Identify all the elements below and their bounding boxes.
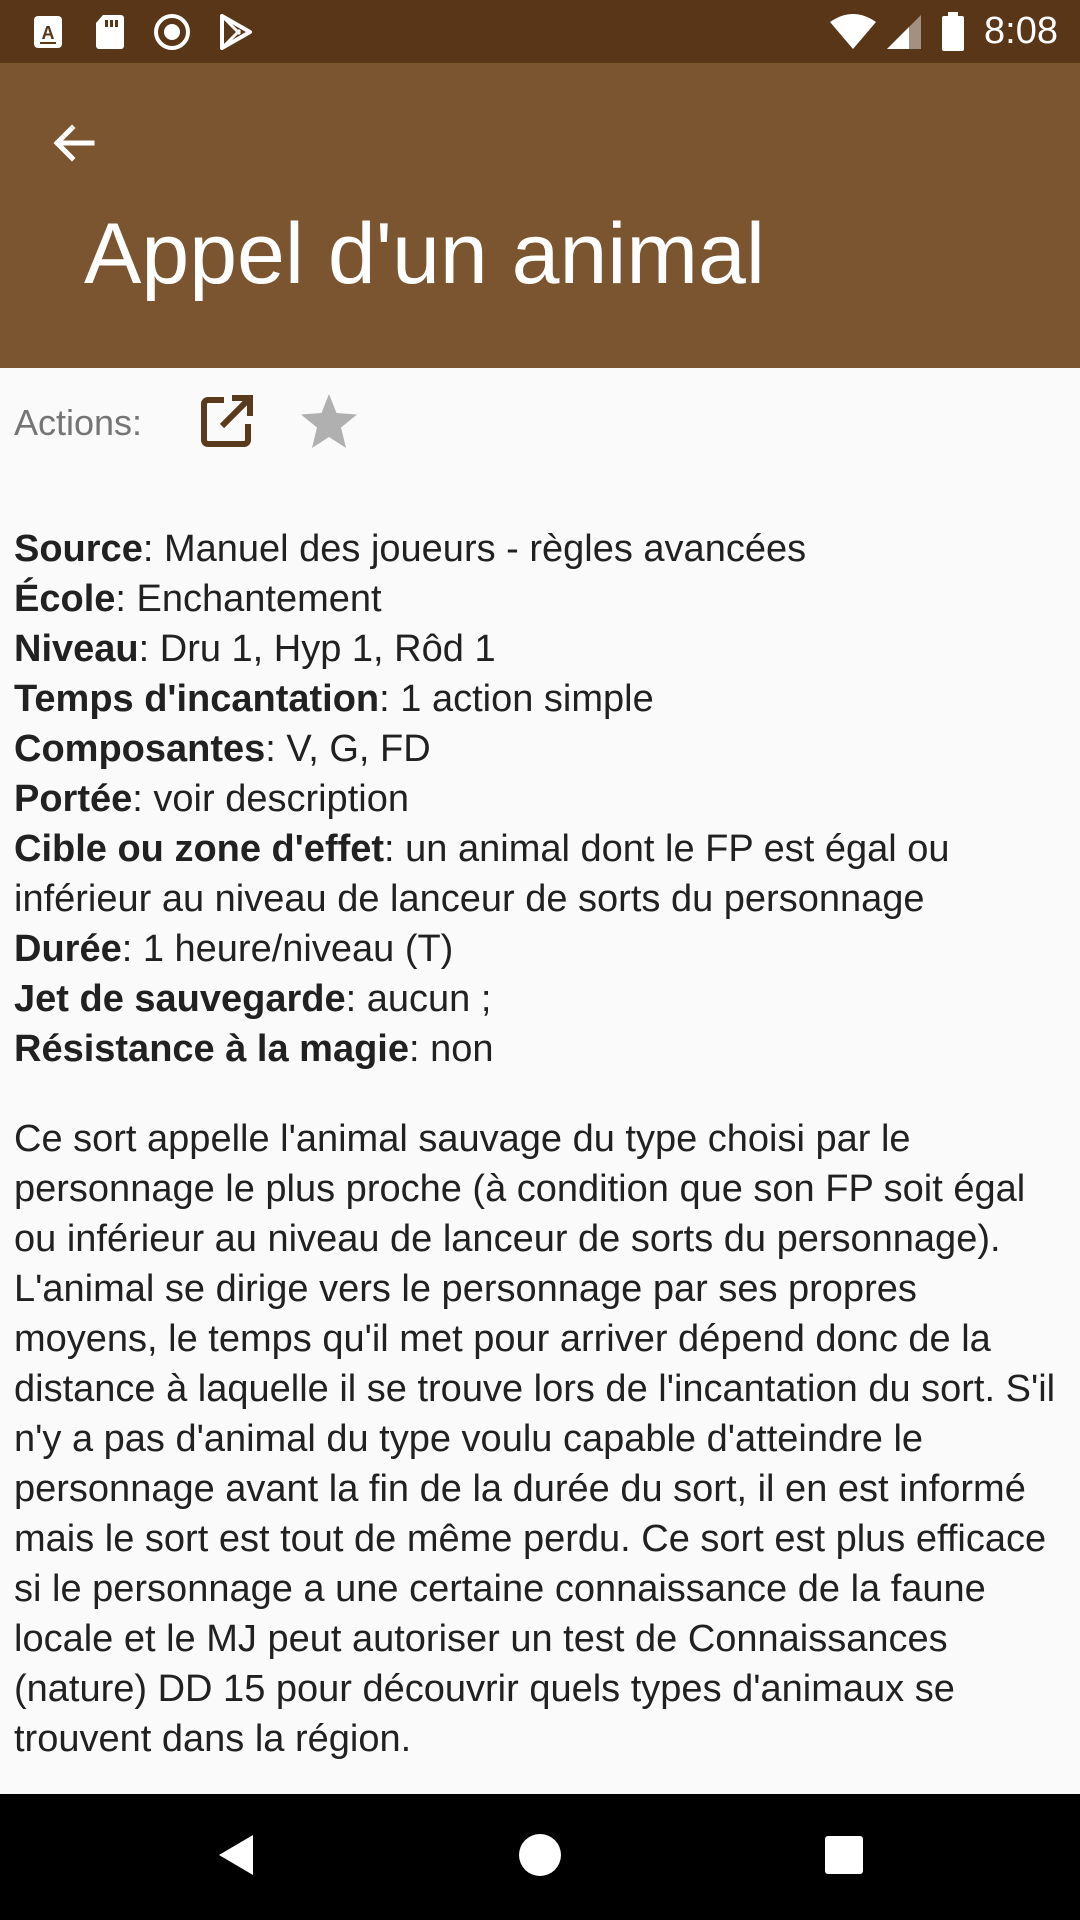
actions-label: Actions:	[14, 402, 143, 443]
property-key: Durée	[14, 928, 122, 970]
property-value: Enchantement	[136, 578, 382, 620]
property-value: Manuel des joueurs - règles avancées	[163, 528, 807, 570]
signal-icon	[884, 0, 924, 63]
open-external-icon	[198, 392, 256, 455]
nav-recents-button[interactable]	[781, 1794, 907, 1920]
spell-content: Source: Manuel des joueurs - règles avan…	[14, 524, 1066, 1794]
property-key: Jet de sauvegarde	[14, 978, 346, 1020]
page-title: Appel d'un animal	[84, 206, 765, 302]
property-key: Portée	[14, 778, 133, 820]
wifi-icon	[828, 0, 878, 63]
property-value: Dru 1, Hyp 1, Rôd 1	[159, 628, 496, 670]
svg-text:A: A	[42, 23, 55, 43]
property-separator: :	[409, 1028, 431, 1070]
property-line: Source: Manuel des joueurs - règles avan…	[14, 524, 1066, 574]
property-separator: :	[384, 828, 406, 870]
property-value: 1 heure/niveau (T)	[142, 928, 454, 970]
property-separator: :	[142, 528, 164, 570]
property-key: Composantes	[14, 728, 266, 770]
sd-card-icon	[92, 0, 128, 63]
property-line: Composantes: V, G, FD	[14, 724, 1066, 774]
back-button[interactable]	[34, 105, 114, 185]
nav-home-button[interactable]	[477, 1794, 603, 1920]
property-key: Temps d'incantation	[14, 678, 380, 720]
property-value: voir description	[153, 778, 409, 820]
property-line: Temps d'incantation: 1 action simple	[14, 674, 1066, 724]
app-bar: Appel d'un animal	[0, 63, 1080, 368]
clock: 8:08	[984, 10, 1058, 52]
recents-square-icon	[824, 1835, 864, 1880]
battery-icon	[938, 0, 968, 63]
property-line: Cible ou zone d'effet: un animal dont le…	[14, 824, 1066, 924]
property-line: Portée: voir description	[14, 774, 1066, 824]
description-text: Ce sort appelle l'animal sauvage du type…	[14, 1118, 1056, 1760]
property-separator: :	[115, 578, 137, 620]
home-circle-icon	[518, 1833, 562, 1882]
record-icon	[152, 0, 192, 63]
property-value: aucun ;	[366, 978, 492, 1020]
star-icon	[299, 392, 359, 455]
property-separator: :	[345, 978, 367, 1020]
property-key: Source	[14, 528, 143, 570]
property-value: 1 action simple	[400, 678, 654, 720]
status-bar: A 8:08	[0, 0, 1080, 63]
property-key: Cible ou zone d'effet	[14, 828, 385, 870]
actions-row: Actions:	[14, 390, 1064, 456]
app-notification-icon: A	[30, 0, 66, 63]
arrow-back-icon	[50, 119, 98, 172]
property-separator: :	[379, 678, 401, 720]
property-line: Résistance à la magie: non	[14, 1024, 1066, 1074]
property-line: Niveau: Dru 1, Hyp 1, Rôd 1	[14, 624, 1066, 674]
property-line: École: Enchantement	[14, 574, 1066, 624]
property-value: V, G, FD	[286, 728, 431, 770]
property-list: Source: Manuel des joueurs - règles avan…	[14, 524, 1066, 1074]
property-value: non	[430, 1028, 494, 1070]
property-separator: :	[132, 778, 154, 820]
property-separator: :	[138, 628, 160, 670]
property-key: Niveau	[14, 628, 139, 670]
favorite-button[interactable]	[284, 390, 374, 456]
property-key: Résistance à la magie	[14, 1028, 409, 1070]
back-triangle-icon	[213, 1831, 257, 1884]
property-separator: :	[121, 928, 143, 970]
play-store-icon	[216, 0, 256, 63]
navigation-bar	[0, 1794, 1080, 1920]
property-separator: :	[265, 728, 287, 770]
open-external-button[interactable]	[182, 390, 272, 456]
property-line: Jet de sauvegarde: aucun ;	[14, 974, 1066, 1024]
property-key: École	[14, 578, 116, 620]
property-line: Durée: 1 heure/niveau (T)	[14, 924, 1066, 974]
nav-back-button[interactable]	[172, 1794, 298, 1920]
